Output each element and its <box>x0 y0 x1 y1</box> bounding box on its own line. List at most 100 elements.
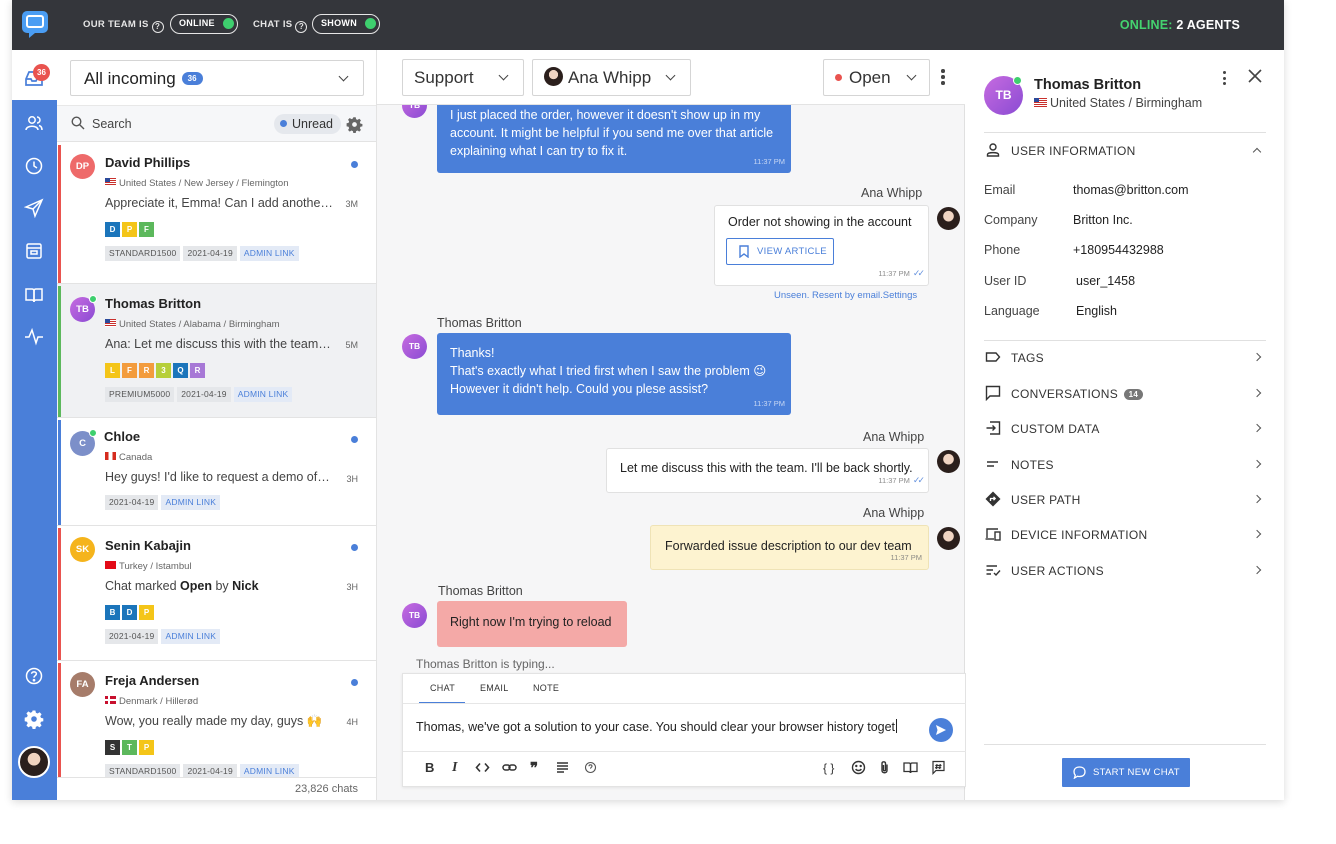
section-tags[interactable]: TAGS <box>984 348 1266 370</box>
section-notes[interactable]: NOTES <box>984 455 1266 477</box>
nav-history[interactable] <box>24 156 44 176</box>
more-options-icon[interactable] <box>1223 71 1227 87</box>
chevron-right-icon <box>1252 352 1262 362</box>
start-new-chat-button[interactable]: START NEW CHAT <box>1062 758 1190 787</box>
message-time: 11:37 PM <box>753 157 785 166</box>
section-user-information[interactable]: USER INFORMATION <box>984 141 1266 163</box>
unread-indicator <box>351 679 358 686</box>
conversation-item[interactable]: SK Senin Kabajin Turkey / Istambul Chat … <box>57 526 376 661</box>
tag-list: DPF <box>105 220 156 237</box>
us-flag-icon <box>1034 98 1047 107</box>
section-conversations[interactable]: CONVERSATIONS 14 <box>984 384 1266 406</box>
settings-link[interactable]: Settings <box>883 290 917 301</box>
attachment-icon[interactable] <box>877 760 892 776</box>
send-button[interactable] <box>929 718 953 742</box>
chevron-down-icon <box>665 70 676 81</box>
unread-filter-chip[interactable]: Unread <box>274 114 341 134</box>
tab-chat[interactable]: CHAT <box>430 683 455 693</box>
message-text: I just placed the order, however it does… <box>450 108 774 158</box>
knowledge-base-icon[interactable] <box>903 760 918 776</box>
list-icon[interactable] <box>555 760 570 776</box>
message-time: 3H <box>346 474 358 484</box>
conversation-list: All incoming 36 Search Unread DP David Ph… <box>57 50 377 800</box>
message-time: 11:37 PM ✓✓ <box>878 268 925 278</box>
app-logo-icon[interactable] <box>21 10 49 38</box>
nav-contacts[interactable] <box>24 113 44 133</box>
code-icon[interactable] <box>475 760 490 776</box>
contact-avatar: TB <box>984 76 1023 115</box>
admin-link[interactable]: ADMIN LINK <box>239 764 299 777</box>
agent-avatar <box>937 207 960 230</box>
contact-avatar: TB <box>402 334 427 359</box>
help-icon[interactable]: ? <box>151 21 164 33</box>
message-text: Right now I'm trying to reload <box>450 615 612 629</box>
team-online-toggle[interactable]: ONLINE <box>170 14 238 34</box>
message-time: 5M <box>345 340 358 350</box>
help-icon[interactable] <box>583 760 598 776</box>
conversation-item[interactable]: FA Freja Andersen Denmark / Hillerød Wow… <box>57 661 376 777</box>
team-dropdown[interactable]: Support <box>402 59 524 96</box>
emoji-icon[interactable] <box>851 760 866 776</box>
nav-widget[interactable] <box>24 241 44 261</box>
admin-link[interactable]: ADMIN LINK <box>161 629 221 644</box>
quote-icon[interactable]: ❞ <box>530 760 538 776</box>
variables-icon[interactable]: { } <box>823 760 834 776</box>
italic-icon[interactable]: I <box>452 760 457 776</box>
link-icon[interactable] <box>502 760 517 776</box>
conversation-item-active[interactable]: TB Thomas Britton United States / Alabam… <box>57 284 376 418</box>
agent-dropdown[interactable]: Ana Whipp <box>532 59 691 96</box>
nav-knowledge-base[interactable] <box>24 285 44 305</box>
message-time: 11:37 PM <box>890 553 922 562</box>
bold-icon[interactable]: B <box>425 760 434 776</box>
section-device-information[interactable]: DEVICE INFORMATION <box>984 525 1266 547</box>
more-options-icon[interactable] <box>941 69 945 87</box>
section-user-path[interactable]: USER PATH <box>984 490 1266 512</box>
message-sender: Thomas Britton <box>438 584 523 598</box>
gear-icon[interactable] <box>346 116 363 133</box>
shortcuts-icon[interactable] <box>931 760 946 776</box>
message-input[interactable]: Thomas, we've got a solution to your cas… <box>416 719 897 734</box>
conversation-item[interactable]: DP David Phillips United States / New Je… <box>57 143 376 284</box>
date-chip: 2021-04-19 <box>177 387 231 402</box>
search-input[interactable]: Search <box>92 117 132 131</box>
priority-bar <box>58 286 61 417</box>
section-custom-data[interactable]: CUSTOM DATA <box>984 419 1266 441</box>
admin-link[interactable]: ADMIN LINK <box>233 387 293 402</box>
avatar: DP <box>70 154 95 179</box>
contact-location: Denmark / Hillerød <box>105 696 198 707</box>
message-composer: CHAT EMAIL NOTE Thomas, we've got a solu… <box>402 673 967 787</box>
nav-campaigns[interactable] <box>23 198 44 219</box>
nav-inbox[interactable]: 36 <box>12 50 57 100</box>
chip-list: STANDARD1500 2021-04-19 ADMIN LINK <box>105 764 302 777</box>
us-flag-icon <box>105 319 116 327</box>
status-dropdown[interactable]: Open <box>823 59 930 96</box>
admin-link[interactable]: ADMIN LINK <box>239 246 299 261</box>
contact-name: Thomas Britton <box>105 296 202 311</box>
contact-location: United States / New Jersey / Flemington <box>105 178 289 189</box>
message-text: Let me discuss this with the team. I'll … <box>620 461 913 475</box>
agent-avatar[interactable] <box>18 746 50 778</box>
divider <box>403 703 967 704</box>
message-text: Order not showing in the account <box>728 215 912 229</box>
nav-help[interactable] <box>24 666 44 686</box>
tab-note[interactable]: NOTE <box>533 683 559 693</box>
admin-link[interactable]: ADMIN LINK <box>161 495 221 510</box>
inbox-filter-dropdown[interactable]: All incoming 36 <box>70 60 364 96</box>
help-icon[interactable]: ? <box>295 21 308 33</box>
chat-shown-toggle[interactable]: SHOWN <box>312 14 380 34</box>
nav-reports[interactable] <box>24 326 44 346</box>
conversation-item[interactable]: C Chloe Canada Hey guys! I'd like to req… <box>57 418 376 526</box>
message-text: Thanks! <box>450 346 495 360</box>
tag: R <box>139 363 154 378</box>
view-article-button[interactable]: VIEW ARTICLE <box>726 238 834 265</box>
date-chip: 2021-04-19 <box>105 495 159 510</box>
email-value[interactable]: thomas@britton.com <box>1073 183 1189 197</box>
unread-indicator <box>351 436 358 443</box>
section-user-actions[interactable]: USER ACTIONS <box>984 561 1266 583</box>
nav-settings[interactable] <box>24 709 44 730</box>
close-icon[interactable] <box>1248 69 1262 83</box>
agent-avatar <box>937 527 960 550</box>
tab-email[interactable]: EMAIL <box>480 683 509 693</box>
chat-panel: TB I just placed the order, however it d… <box>377 50 967 800</box>
contact-avatar: TB <box>402 603 427 628</box>
